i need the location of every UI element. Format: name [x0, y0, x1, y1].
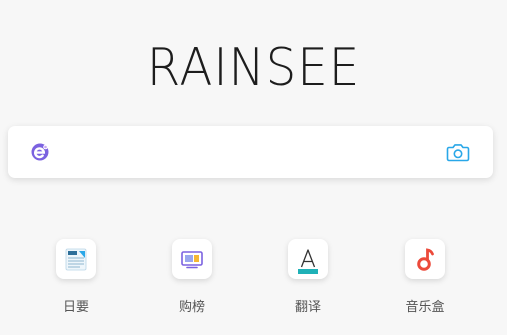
shortcut-shopping-rank[interactable]: 购榜: [152, 236, 232, 326]
brand-logo: RAINSEE: [146, 38, 361, 98]
shopping-rank-tile[interactable]: [172, 239, 212, 279]
music-box-icon: [417, 248, 434, 271]
shortcut-translate[interactable]: 翻译: [268, 236, 348, 326]
shortcut-label: 日要: [62, 300, 89, 315]
shortcut-music-box[interactable]: 音乐盒: [385, 236, 465, 326]
search-bar[interactable]: [8, 126, 493, 178]
shortcut-label: 翻译: [294, 300, 321, 315]
shortcut-grid: 日要 购榜 翻译 音乐盒: [0, 236, 507, 326]
music-box-tile[interactable]: [405, 239, 445, 279]
shortcut-news[interactable]: 日要: [36, 236, 116, 326]
shortcut-label: 音乐盒: [405, 300, 445, 315]
translate-tile[interactable]: [288, 239, 328, 279]
shopping-rank-icon: [181, 251, 203, 269]
camera-icon[interactable]: [446, 141, 470, 163]
search-input[interactable]: [66, 138, 430, 168]
shortcut-label: 购榜: [178, 300, 205, 315]
news-tile[interactable]: [56, 239, 96, 279]
news-icon: [65, 248, 87, 271]
engine-e-icon[interactable]: [30, 142, 50, 162]
translate-icon: [298, 249, 318, 274]
